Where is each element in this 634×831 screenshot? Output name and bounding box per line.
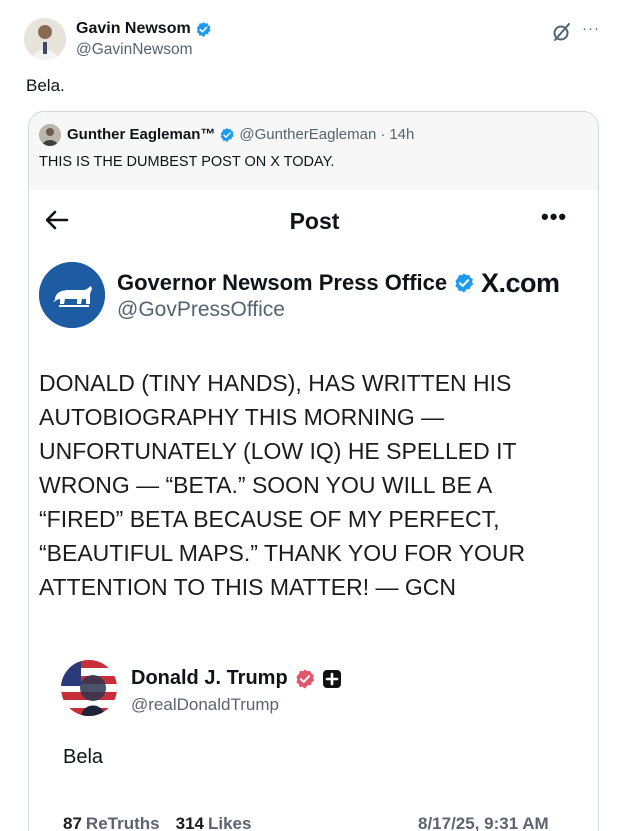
truth-author-row: Donald J. Trump xyxy=(131,667,342,690)
quoted-post-text: THIS IS THE DUMBEST POST ON X TODAY. xyxy=(39,154,335,170)
screenshot-post-body: DONALD (TINY HANDS), HAS WRITTEN HIS AUT… xyxy=(39,366,589,604)
likes-stat: 314 Likes xyxy=(176,814,252,831)
quoted-author-row: Gunther Eagleman™ @GuntherEagleman · 14h xyxy=(67,126,414,143)
truth-author-avatar xyxy=(61,660,117,716)
body-line: “BEAUTIFUL MAPS.” THANK YOU FOR YOUR xyxy=(39,540,526,566)
verified-badge-icon xyxy=(196,21,211,37)
likes-count: 314 xyxy=(175,814,204,831)
truth-author-name: Donald J. Trump xyxy=(131,667,288,689)
truth-date: 8/17/25, 9:31 AM xyxy=(418,814,549,831)
body-line: UNFORTUNATELY (LOW IQ) HE SPELLED IT xyxy=(39,438,517,464)
verified-badge-icon xyxy=(455,273,474,293)
quoted-post-card[interactable]: Gunther Eagleman™ @GuntherEagleman · 14h… xyxy=(28,111,599,831)
retruths-count: 87 xyxy=(63,814,82,831)
quoted-author-avatar xyxy=(39,124,61,146)
quoted-author-name: Gunther Eagleman™ xyxy=(67,126,216,143)
author-avatar[interactable] xyxy=(24,18,66,60)
author-name[interactable]: Gavin Newsom xyxy=(76,20,191,38)
body-line: DONALD (TINY HANDS), HAS WRITTEN HIS xyxy=(39,370,512,396)
quoted-post-header: Gunther Eagleman™ @GuntherEagleman · 14h… xyxy=(29,112,598,190)
governor-press-avatar xyxy=(39,262,105,328)
author-handle[interactable]: @GavinNewsom xyxy=(76,41,193,59)
truth-verified-badge-icon xyxy=(295,668,314,689)
screenshot-header-title: Post xyxy=(289,208,340,234)
x-brand-watermark: X.com xyxy=(481,268,560,298)
truth-stats: 87 ReTruths 314 Likes xyxy=(63,814,251,831)
screenshot-account-name: Governor Newsom Press Office xyxy=(117,270,448,295)
post-age: 14h xyxy=(389,126,415,143)
post-text: Bela. xyxy=(26,76,65,95)
quoted-author-handle: @GuntherEagleman xyxy=(239,126,377,143)
body-line: ATTENTION TO THIS MATTER! — GCN xyxy=(39,574,456,600)
truth-author-handle: @realDonaldTrump xyxy=(131,695,279,714)
more-horizontal-icon: ••• xyxy=(541,204,568,229)
screenshot-account-handle: @GovPressOffice xyxy=(117,298,285,321)
more-horizontal-icon[interactable]: ··· xyxy=(582,20,600,37)
likes-label: Likes xyxy=(207,814,252,831)
retruths-label: ReTruths xyxy=(85,814,160,831)
truth-text: Bela xyxy=(63,746,104,768)
attached-screenshot[interactable]: Post ••• Governor Newsom Press Office @G… xyxy=(29,190,598,831)
grok-icon[interactable] xyxy=(552,22,572,42)
time-separator: · xyxy=(380,126,386,143)
retruths-stat: 87 ReTruths xyxy=(63,814,160,831)
body-line: WRONG — “BETA.” SOON YOU WILL BE A xyxy=(39,472,493,498)
body-line: “FIRED” BETA BECAUSE OF MY PERFECT, xyxy=(39,506,500,532)
author-name-row[interactable]: Gavin Newsom xyxy=(76,20,212,38)
verified-badge-icon xyxy=(221,127,235,142)
plus-badge-icon xyxy=(322,669,341,688)
body-line: AUTOBIOGRAPHY THIS MORNING — xyxy=(39,404,445,430)
screenshot-account-name-row: Governor Newsom Press Office xyxy=(117,270,475,296)
